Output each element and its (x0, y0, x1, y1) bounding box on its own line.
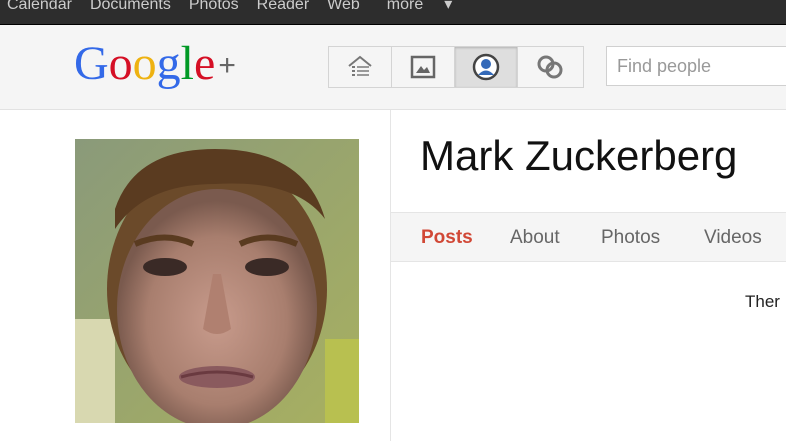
tab-photos[interactable]: Photos (601, 227, 660, 249)
logo-plus: + (218, 49, 236, 82)
logo-letter-o2: o (132, 37, 157, 90)
top-navigation-bar: Calendar Documents Photos Reader Web mor… (0, 0, 786, 25)
logo-letter-g1: G (74, 37, 109, 90)
chevron-down-icon: ▾ (444, 0, 453, 13)
logo-letter-l: l (180, 37, 195, 90)
profile-icon (472, 53, 500, 81)
nav-link-photos[interactable]: Photos (180, 0, 248, 20)
home-icon (348, 55, 372, 76)
posts-message-text: Ther (745, 292, 780, 311)
photos-icon (410, 55, 436, 79)
tab-videos[interactable]: Videos (704, 227, 762, 249)
profile-photo-image (75, 139, 359, 423)
find-people-search-input[interactable] (606, 46, 786, 86)
photos-button[interactable] (392, 47, 455, 87)
nav-link-reader[interactable]: Reader (248, 0, 318, 20)
nav-more-menu[interactable]: more ▾ (369, 0, 470, 20)
profile-tabs: Posts About Photos Videos (391, 212, 786, 262)
profile-sidebar (0, 110, 390, 441)
google-plus-logo[interactable]: Go o g l e + (74, 39, 236, 89)
home-button[interactable] (329, 47, 392, 87)
logo-letter-e: e (194, 37, 216, 90)
logo-letter-o1: o (108, 37, 133, 90)
profile-button[interactable] (455, 47, 518, 87)
nav-link-calendar[interactable]: Calendar (0, 0, 81, 20)
profile-photo[interactable] (75, 139, 359, 423)
top-nav-links: Calendar Documents Photos Reader Web mor… (0, 0, 470, 20)
nav-link-web[interactable]: Web (318, 0, 369, 20)
header: Go o g l e + (0, 25, 786, 110)
nav-link-documents[interactable]: Documents (81, 0, 180, 20)
logo-letter-g2: g (156, 37, 181, 90)
circles-icon (537, 55, 562, 79)
tab-posts[interactable]: Posts (421, 227, 473, 249)
circles-button[interactable] (518, 47, 581, 87)
profile-name: Mark Zuckerberg (420, 132, 738, 179)
nav-more-label: more (386, 0, 424, 14)
app-switcher (328, 46, 584, 88)
tab-about[interactable]: About (510, 227, 560, 249)
column-divider (390, 110, 391, 441)
